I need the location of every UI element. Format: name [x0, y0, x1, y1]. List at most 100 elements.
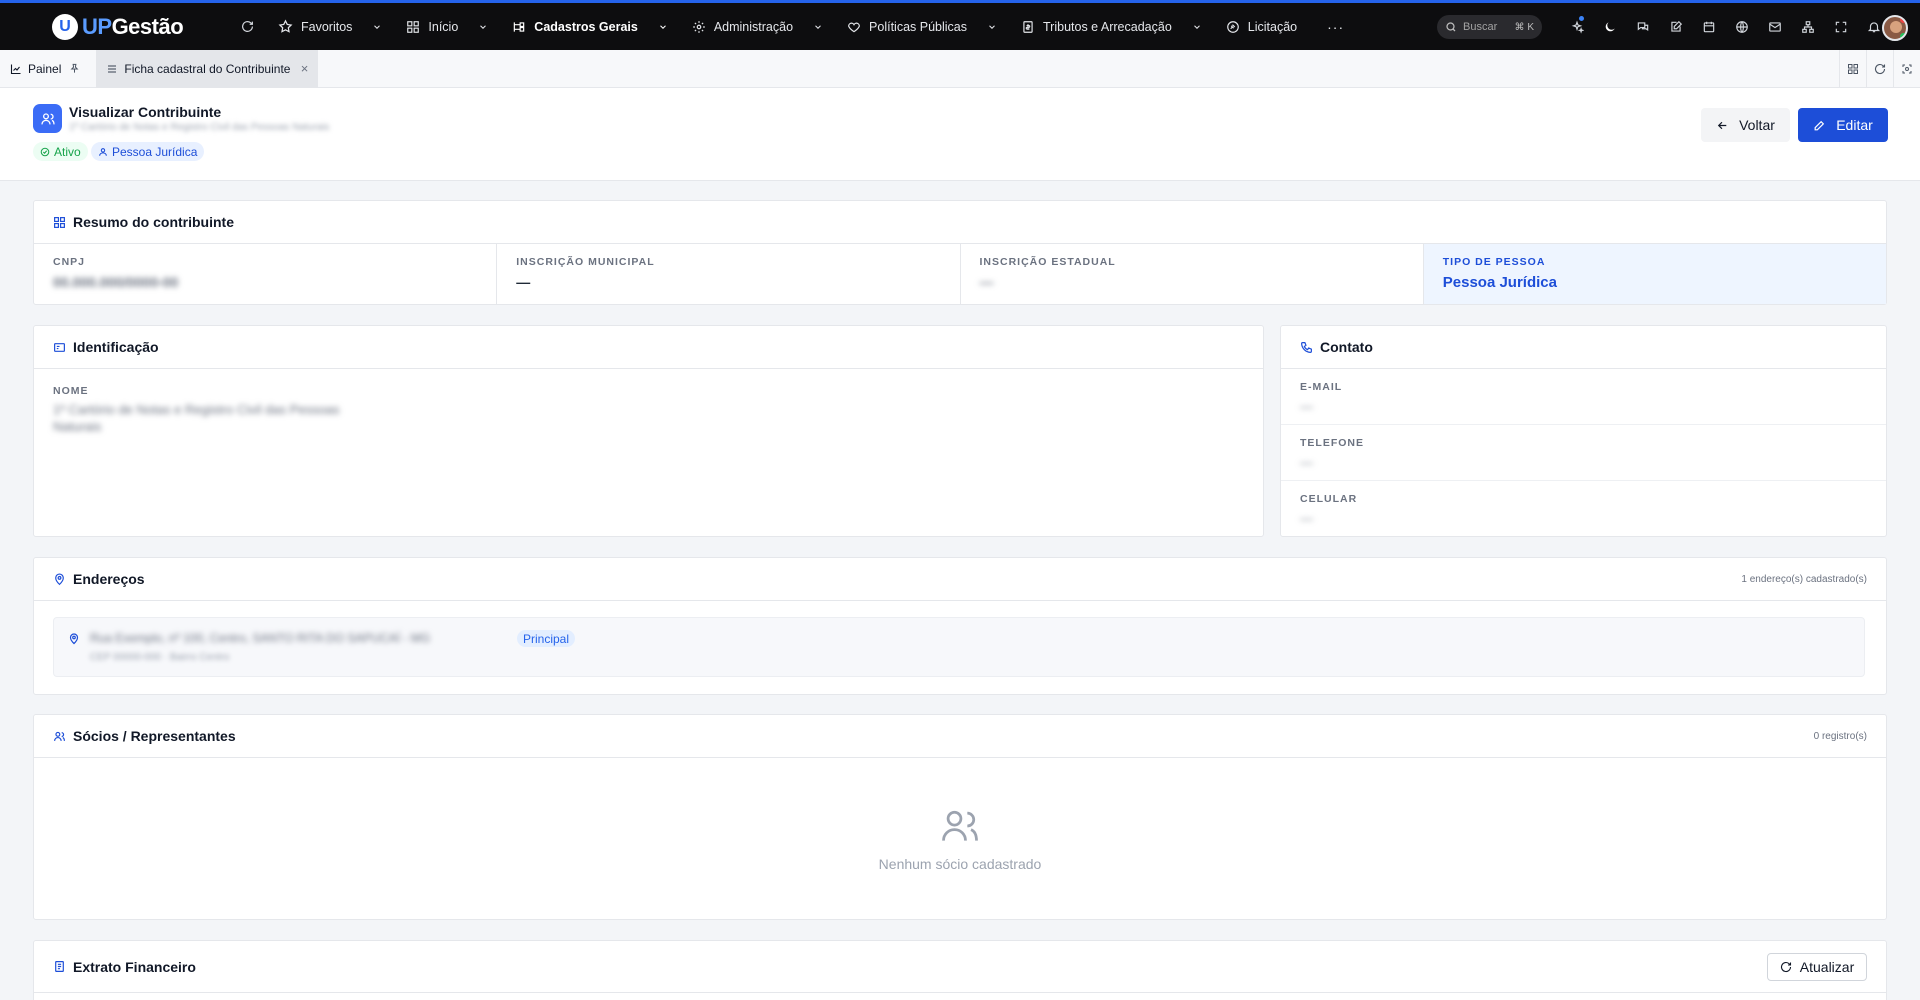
- pencil-icon: [1814, 120, 1825, 130]
- partners-count: 0 registro(s): [1813, 730, 1867, 742]
- check-circle-icon: [40, 147, 50, 156]
- users-icon: [54, 731, 65, 741]
- addresses-count: 1 endereço(s) cadastrado(s): [1741, 573, 1867, 585]
- empty-state-text: Nenhum sócio cadastrado: [878, 856, 1042, 872]
- chevron-down-icon: [1193, 24, 1200, 29]
- name-label: NOME: [53, 385, 89, 397]
- nav-inicio[interactable]: Início: [394, 12, 500, 42]
- page-header: Visualizar Contribuinte 1º Cartório de N…: [0, 88, 1920, 181]
- app-logo[interactable]: U UPGestão: [52, 13, 192, 40]
- user-avatar[interactable]: [1882, 15, 1908, 41]
- cnpj-value: 00.000.000/0000-00: [53, 274, 179, 290]
- moon-icon[interactable]: [1593, 16, 1626, 38]
- search-shortcut: ⌘ K: [1514, 21, 1534, 33]
- calendar-icon[interactable]: [1692, 16, 1725, 38]
- tab-painel-label: Painel: [28, 61, 62, 76]
- mail-icon[interactable]: [1758, 16, 1791, 38]
- gear-icon: [692, 20, 705, 33]
- tab-painel[interactable]: Painel: [0, 50, 96, 88]
- inscricao-municipal-value: —: [516, 274, 531, 290]
- address-item[interactable]: Rua Exemplo, nº 100, Centro, SANTO RITA …: [53, 617, 1865, 677]
- partners-header: Sócios / Representantes 0 registro(s): [34, 715, 1886, 758]
- user-icon: [99, 147, 107, 156]
- tipo-pessoa-value: Pessoa Jurídica: [1442, 274, 1557, 291]
- chevron-down-icon: [374, 24, 381, 29]
- nav-licitacao[interactable]: Licitação: [1214, 12, 1309, 42]
- refresh-icon[interactable]: [236, 16, 258, 38]
- address-text: Rua Exemplo, nº 100, Centro, SANTO RITA …: [90, 631, 431, 645]
- summary-tipo-pessoa: TIPO DE PESSOA Pessoa Jurídica: [1423, 244, 1886, 304]
- fullscreen-icon[interactable]: [1824, 16, 1857, 38]
- principal-badge: Principal: [517, 630, 576, 647]
- receipt-icon: [55, 961, 64, 972]
- refresh-button[interactable]: Atualizar: [1767, 952, 1867, 981]
- edit-button[interactable]: Editar: [1798, 108, 1888, 142]
- tab-ficha-cadastral[interactable]: Ficha cadastral do Contribuinte ×: [96, 49, 319, 88]
- person-type-badge: Pessoa Jurídica: [91, 142, 205, 161]
- focus-icon[interactable]: [1893, 50, 1920, 88]
- name-value: 1º Cartório de Notas e Registro Civil da…: [53, 402, 340, 434]
- addresses-header: Endereços 1 endereço(s) cadastrado(s): [34, 558, 1886, 601]
- chevron-down-icon: [659, 24, 666, 29]
- sparkles-icon[interactable]: [1560, 16, 1593, 38]
- empty-state: Nenhum sócio cadastrado: [34, 758, 1886, 918]
- nav-cadastros-gerais[interactable]: Cadastros Gerais: [500, 12, 680, 42]
- summary-inscricao-municipal: INSCRIÇÃO MUNICIPAL —: [497, 244, 961, 304]
- search-icon: [1446, 22, 1456, 32]
- contact-header: Contato: [1281, 326, 1886, 369]
- more-menu-icon[interactable]: ···: [1327, 19, 1344, 35]
- nav-administracao[interactable]: Administração: [680, 12, 835, 42]
- page-subtitle: 1º Cartório de Notas e Registro Civil da…: [69, 122, 330, 133]
- grid-view-icon[interactable]: [1839, 50, 1866, 88]
- chevron-down-icon: [480, 24, 487, 29]
- logo-badge: U: [52, 13, 78, 40]
- phone-icon: [1301, 341, 1312, 353]
- tab-ficha-label: Ficha cadastral do Contribuinte: [124, 61, 291, 76]
- nav-favoritos[interactable]: Favoritos: [266, 12, 394, 42]
- chart-icon: [10, 64, 21, 74]
- financial-statement-card: Extrato Financeiro Atualizar: [33, 940, 1887, 1000]
- contact-card: Contato E-MAIL — TELEFONE — CELULAR —: [1280, 325, 1887, 537]
- summary-cnpj: CNPJ 00.000.000/0000-00: [34, 244, 498, 304]
- grid-icon: [407, 20, 420, 33]
- tabs-bar: Painel Ficha cadastral do Contribuinte ×: [0, 49, 1920, 88]
- summary-card: Resumo do contribuinte CNPJ 00.000.000/0…: [33, 200, 1887, 305]
- contact-telefone: TELEFONE —: [1281, 425, 1886, 481]
- identification-header: Identificação: [34, 326, 1263, 369]
- search-placeholder: Buscar: [1463, 21, 1498, 33]
- org-chart-icon[interactable]: [1791, 16, 1824, 38]
- id-card-icon: [54, 342, 65, 352]
- summary-inscricao-estadual: INSCRIÇÃO ESTADUAL —: [961, 244, 1424, 304]
- gavel-icon: [1226, 20, 1239, 33]
- partners-card: Sócios / Representantes 0 registro(s) Ne…: [33, 714, 1887, 920]
- heart-icon: [848, 22, 860, 32]
- map-pin-icon: [55, 572, 64, 585]
- logo-text: UPGestão: [82, 13, 184, 39]
- top-navbar: U UPGestão Favoritos Início Cadastros Ge…: [0, 0, 1920, 50]
- arrow-left-icon: [1717, 121, 1727, 129]
- edit-note-icon[interactable]: [1659, 16, 1692, 38]
- map-pin-icon: [69, 633, 79, 645]
- close-tab-icon[interactable]: ×: [301, 61, 309, 76]
- nav-politicas-publicas[interactable]: Políticas Públicas: [835, 12, 1009, 42]
- back-button[interactable]: Voltar: [1701, 108, 1790, 142]
- reload-icon[interactable]: [1866, 50, 1893, 88]
- refresh-icon: [1780, 961, 1791, 972]
- identification-card: Identificação NOME 1º Cartório de Notas …: [33, 325, 1264, 537]
- financial-statement-header: Extrato Financeiro Atualizar: [34, 941, 1886, 993]
- summary-header: Resumo do contribuinte: [34, 201, 1886, 244]
- contact-email: E-MAIL —: [1281, 369, 1886, 425]
- global-search[interactable]: Buscar ⌘ K: [1437, 15, 1542, 39]
- contributor-icon: [33, 104, 62, 133]
- inscricao-estadual-value: —: [979, 274, 994, 290]
- menu-icon: [108, 64, 117, 73]
- star-icon: [278, 19, 293, 33]
- status-badge: Ativo: [33, 142, 88, 161]
- pin-icon[interactable]: [69, 63, 80, 74]
- hierarchy-icon: [514, 21, 525, 32]
- nav-tributos[interactable]: Tributos e Arrecadação: [1009, 12, 1214, 42]
- contact-celular: CELULAR —: [1300, 493, 1358, 526]
- address-subtext: CEP 00000-000 · Bairro Centro: [90, 652, 230, 663]
- globe-icon[interactable]: [1725, 16, 1758, 38]
- chat-icon[interactable]: [1626, 16, 1659, 38]
